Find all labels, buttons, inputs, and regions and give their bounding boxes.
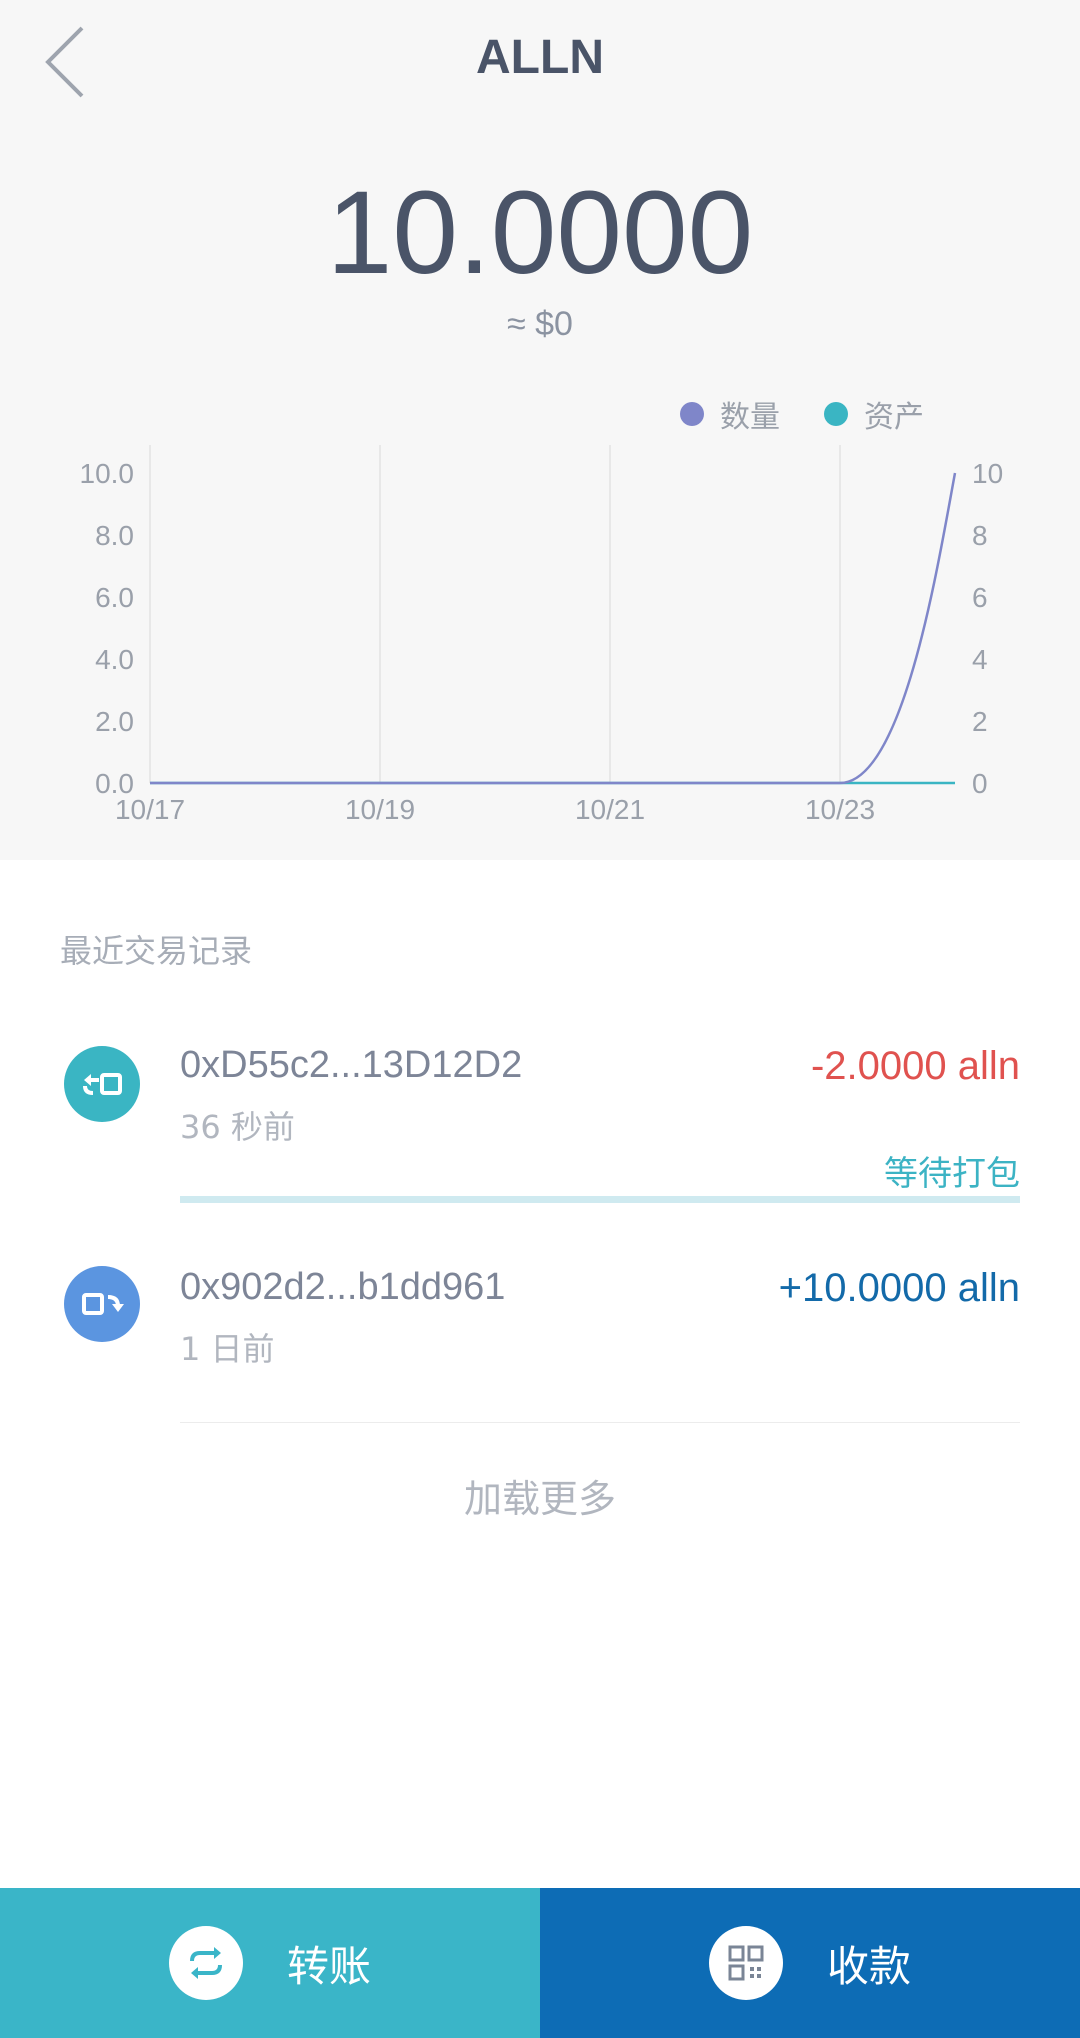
y-right-tick-label: 6 bbox=[972, 582, 988, 613]
receive-label: 收款 bbox=[826, 1941, 911, 1991]
asset-header-panel: ALLN 10.0000 ≈ $0 数量 资产 10.0 8.0 6.0 4.0 2.0… bbox=[0, 0, 1080, 860]
transfer-icon bbox=[168, 1926, 243, 2000]
x-tick-label: 10/23 bbox=[805, 794, 875, 825]
y-left-tick-label: 2.0 bbox=[95, 706, 134, 737]
transaction-status: 等待打包 bbox=[884, 1154, 1020, 1194]
transaction-row[interactable]: 0xD55c2...13D12D2 36 秒前 -2.0000 alln 等待打… bbox=[0, 1040, 1080, 1240]
fiat-value: ≈ $0 bbox=[507, 305, 573, 343]
y-right-tick-label: 8 bbox=[972, 520, 988, 551]
receive-button[interactable]: 收款 bbox=[540, 1888, 1080, 2038]
y-left-tick-label: 6.0 bbox=[95, 582, 134, 613]
transaction-amount: -2.0000 alln bbox=[810, 1044, 1020, 1088]
transfer-label: 转账 bbox=[286, 1941, 371, 1991]
token-balance: 10.0000 bbox=[326, 167, 754, 299]
y-left-tick-label: 4.0 bbox=[95, 644, 134, 675]
legend-dot-asset bbox=[824, 402, 848, 426]
recent-transactions-title: 最近交易记录 bbox=[60, 932, 253, 970]
y-right-tick-label: 0 bbox=[972, 768, 988, 799]
qr-code-icon bbox=[708, 1926, 783, 2000]
pending-progress-bar bbox=[180, 1196, 1020, 1203]
transaction-time: 36 秒前 bbox=[180, 1108, 295, 1146]
send-icon bbox=[64, 1046, 140, 1122]
x-tick-label: 10/21 bbox=[575, 794, 645, 825]
page-title: ALLN bbox=[476, 31, 604, 84]
x-tick-label: 10/19 bbox=[345, 794, 415, 825]
x-tick-label: 10/17 bbox=[115, 794, 185, 825]
receive-icon bbox=[64, 1266, 140, 1342]
series-line bbox=[150, 472, 957, 785]
list-divider bbox=[180, 1422, 1020, 1423]
y-left-tick-label: 8.0 bbox=[95, 520, 134, 551]
y-left-tick-label: 10.0 bbox=[80, 458, 135, 489]
transaction-address: 0xD55c2...13D12D2 bbox=[180, 1044, 523, 1086]
legend-dot-quantity bbox=[680, 402, 704, 426]
transaction-time: 1 日前 bbox=[180, 1330, 275, 1368]
transfer-button[interactable]: 转账 bbox=[0, 1888, 540, 2038]
bottom-action-bar: 转账 收款 bbox=[0, 1888, 1080, 2038]
y-right-tick-label: 4 bbox=[972, 644, 988, 675]
balance-line-chart: 10.08.06.04.02.00.0 1086420 10/17 10/19 10… bbox=[80, 445, 1003, 825]
transaction-amount: +10.0000 alln bbox=[778, 1266, 1020, 1310]
load-more-button[interactable]: 加载更多 bbox=[0, 1468, 1080, 1523]
y-right-tick-label: 10 bbox=[972, 458, 1003, 489]
transaction-address: 0x902d2...b1dd961 bbox=[180, 1266, 506, 1308]
transaction-row[interactable]: 0x902d2...b1dd961 1 日前 +10.0000 alln bbox=[0, 1262, 1080, 1462]
y-right-tick-label: 2 bbox=[972, 706, 988, 737]
